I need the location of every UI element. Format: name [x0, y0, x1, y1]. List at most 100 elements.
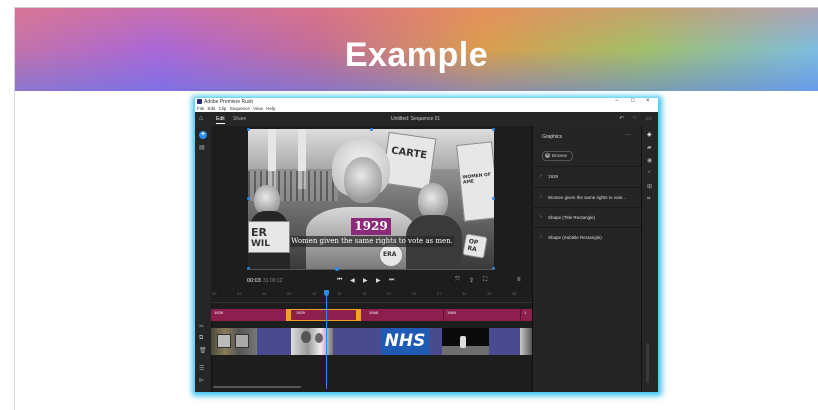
graphics-layer-item[interactable]: › Shape (Title Rectangle): [533, 207, 642, 228]
close-button[interactable]: ×: [646, 98, 650, 104]
menu-sequence[interactable]: Sequence: [230, 106, 250, 111]
menu-view[interactable]: View: [253, 106, 263, 111]
title-clip[interactable]: 1969: [444, 309, 520, 321]
comment-icon[interactable]: ▭: [646, 115, 652, 122]
minimize-button[interactable]: −: [615, 98, 619, 104]
monitor-scrub-knob[interactable]: [335, 267, 339, 271]
chevron-right-icon: ›: [540, 234, 542, 240]
video-clip-thumbnail[interactable]: [520, 328, 532, 355]
title-clip[interactable]: 1928: [211, 309, 289, 321]
thumb-person: [301, 331, 311, 343]
color-icon[interactable]: ◉: [647, 157, 652, 164]
chevron-right-icon: ›: [540, 214, 542, 220]
thumb-tv-shape: [235, 334, 249, 348]
graphics-layer-item[interactable]: › Women given the same rights to vote...: [533, 187, 642, 208]
step-forward-icon[interactable]: ▶: [376, 277, 381, 284]
menu-file[interactable]: File: [197, 106, 204, 111]
clip-label: 1928: [214, 310, 223, 315]
sign-text: ER: [251, 226, 267, 239]
protest-sign: ER WIL: [248, 221, 290, 253]
undo-icon[interactable]: ↶: [619, 115, 624, 122]
timeline-menu-icon[interactable]: ≡: [517, 277, 521, 283]
sequence-title: Untitled: Sequence 01: [391, 116, 441, 122]
slide: Example Adobe Premiere Rush − □ × File E…: [0, 0, 818, 410]
video-clip-thumbnail[interactable]: [442, 328, 489, 355]
panel-scrollbar[interactable]: [646, 343, 649, 383]
left-toolbar: + ▤ ✂ ⧉ 🗑 ☰ ⊫: [195, 126, 212, 392]
current-timecode: 00:03: [247, 278, 261, 284]
video-frame[interactable]: CARTE WOMEN OF AME ER WIL ERA OP RA 1929…: [248, 129, 494, 269]
track-settings-icon[interactable]: ☰: [199, 365, 204, 372]
graphics-layer-item[interactable]: › 1929: [533, 166, 642, 187]
nhs-logo-thumbnail[interactable]: NHS: [381, 328, 429, 355]
playhead-line: [326, 295, 327, 389]
slide-title: Example: [344, 36, 489, 74]
browse-button[interactable]: + Browse: [542, 151, 573, 161]
sign-text: CARTE: [390, 145, 428, 162]
fullscreen-icon[interactable]: ⛶: [483, 277, 487, 284]
graphics-icon[interactable]: ◈: [647, 131, 652, 138]
sign-text: ERA: [383, 251, 397, 258]
monitor-scrub-bar[interactable]: [248, 269, 494, 270]
play-icon[interactable]: ▶: [363, 277, 368, 284]
go-to-start-icon[interactable]: ⏮: [337, 277, 342, 284]
subtitle-graphic[interactable]: Women given the same rights to vote as m…: [290, 236, 454, 247]
ruler-tick: 03: [237, 291, 242, 296]
transform-handle[interactable]: [247, 128, 250, 131]
more-options-icon[interactable]: ···: [625, 132, 631, 138]
clip-label: 1: [524, 310, 527, 315]
browse-icon: +: [545, 152, 550, 158]
premiere-rush-window: Adobe Premiere Rush − □ × File Edit Clip…: [195, 98, 658, 392]
transform-handle[interactable]: [492, 128, 495, 131]
sign-text: WIL: [251, 239, 271, 249]
title-clip[interactable]: 1948: [366, 309, 443, 321]
speed-icon[interactable]: ◔: [647, 170, 651, 176]
year-title-graphic[interactable]: 1929: [351, 218, 391, 235]
ruler-tick: 12: [312, 291, 317, 296]
tab-edit[interactable]: Edit: [216, 116, 225, 124]
clip-divider: [443, 309, 444, 321]
browse-label: Browse: [552, 153, 568, 158]
ruler-tick: 27: [437, 291, 442, 296]
fit-icon[interactable]: ⤧: [455, 277, 460, 284]
delete-icon[interactable]: 🗑: [199, 347, 207, 354]
redo-icon[interactable]: ↷: [632, 115, 637, 122]
ruler-tick: 00: [212, 291, 217, 296]
protest-sign: WOMEN OF AME: [456, 141, 494, 222]
split-icon[interactable]: ✂: [199, 323, 204, 330]
thumb-person: [315, 333, 323, 343]
ruler-tick: 18: [362, 291, 367, 296]
home-icon[interactable]: ⌂: [199, 115, 203, 122]
track-toggle-icon[interactable]: ⊫: [199, 377, 204, 384]
video-clip-thumbnail[interactable]: [211, 328, 257, 355]
protest-sign: OP RA: [462, 233, 488, 259]
ruler-tick: 21: [387, 291, 392, 296]
selection-outline: [286, 309, 361, 310]
timeline-scrollbar[interactable]: [213, 386, 301, 388]
step-back-icon[interactable]: ◀: [350, 277, 355, 284]
transform-handle[interactable]: [492, 197, 495, 200]
audio-icon[interactable]: ⊞: [647, 183, 652, 190]
title-clip[interactable]: 1: [521, 309, 532, 321]
ruler-tick: 09: [287, 291, 292, 296]
menu-clip[interactable]: Clip: [219, 106, 227, 111]
maximize-button[interactable]: □: [631, 98, 635, 104]
clip-divider: [520, 309, 521, 321]
graphics-layer-item[interactable]: › Shape (Subtitle Rectangle): [533, 227, 642, 248]
tab-share[interactable]: Share: [233, 116, 246, 122]
transitions-icon[interactable]: ▰: [647, 144, 652, 151]
add-media-button[interactable]: +: [199, 131, 207, 139]
duplicate-icon[interactable]: ⧉: [199, 335, 203, 342]
transform-handle[interactable]: [370, 128, 373, 131]
project-assets-icon[interactable]: ▤: [199, 144, 205, 151]
ruler-tick: 36: [512, 291, 517, 296]
menu-help[interactable]: Help: [266, 106, 275, 111]
gradient-banner: Example: [15, 8, 818, 91]
export-frame-icon[interactable]: ⇪: [469, 277, 474, 284]
go-to-end-icon[interactable]: ⏭: [389, 277, 394, 284]
transform-handle[interactable]: [247, 197, 250, 200]
ruler-tick: 15: [337, 291, 342, 296]
transform-icon[interactable]: ⌗: [647, 196, 650, 203]
menu-edit[interactable]: Edit: [208, 106, 216, 111]
timeline-ruler[interactable]: 00 03 06 09 12 15 18 21 24 27 30 33 36: [211, 288, 532, 303]
